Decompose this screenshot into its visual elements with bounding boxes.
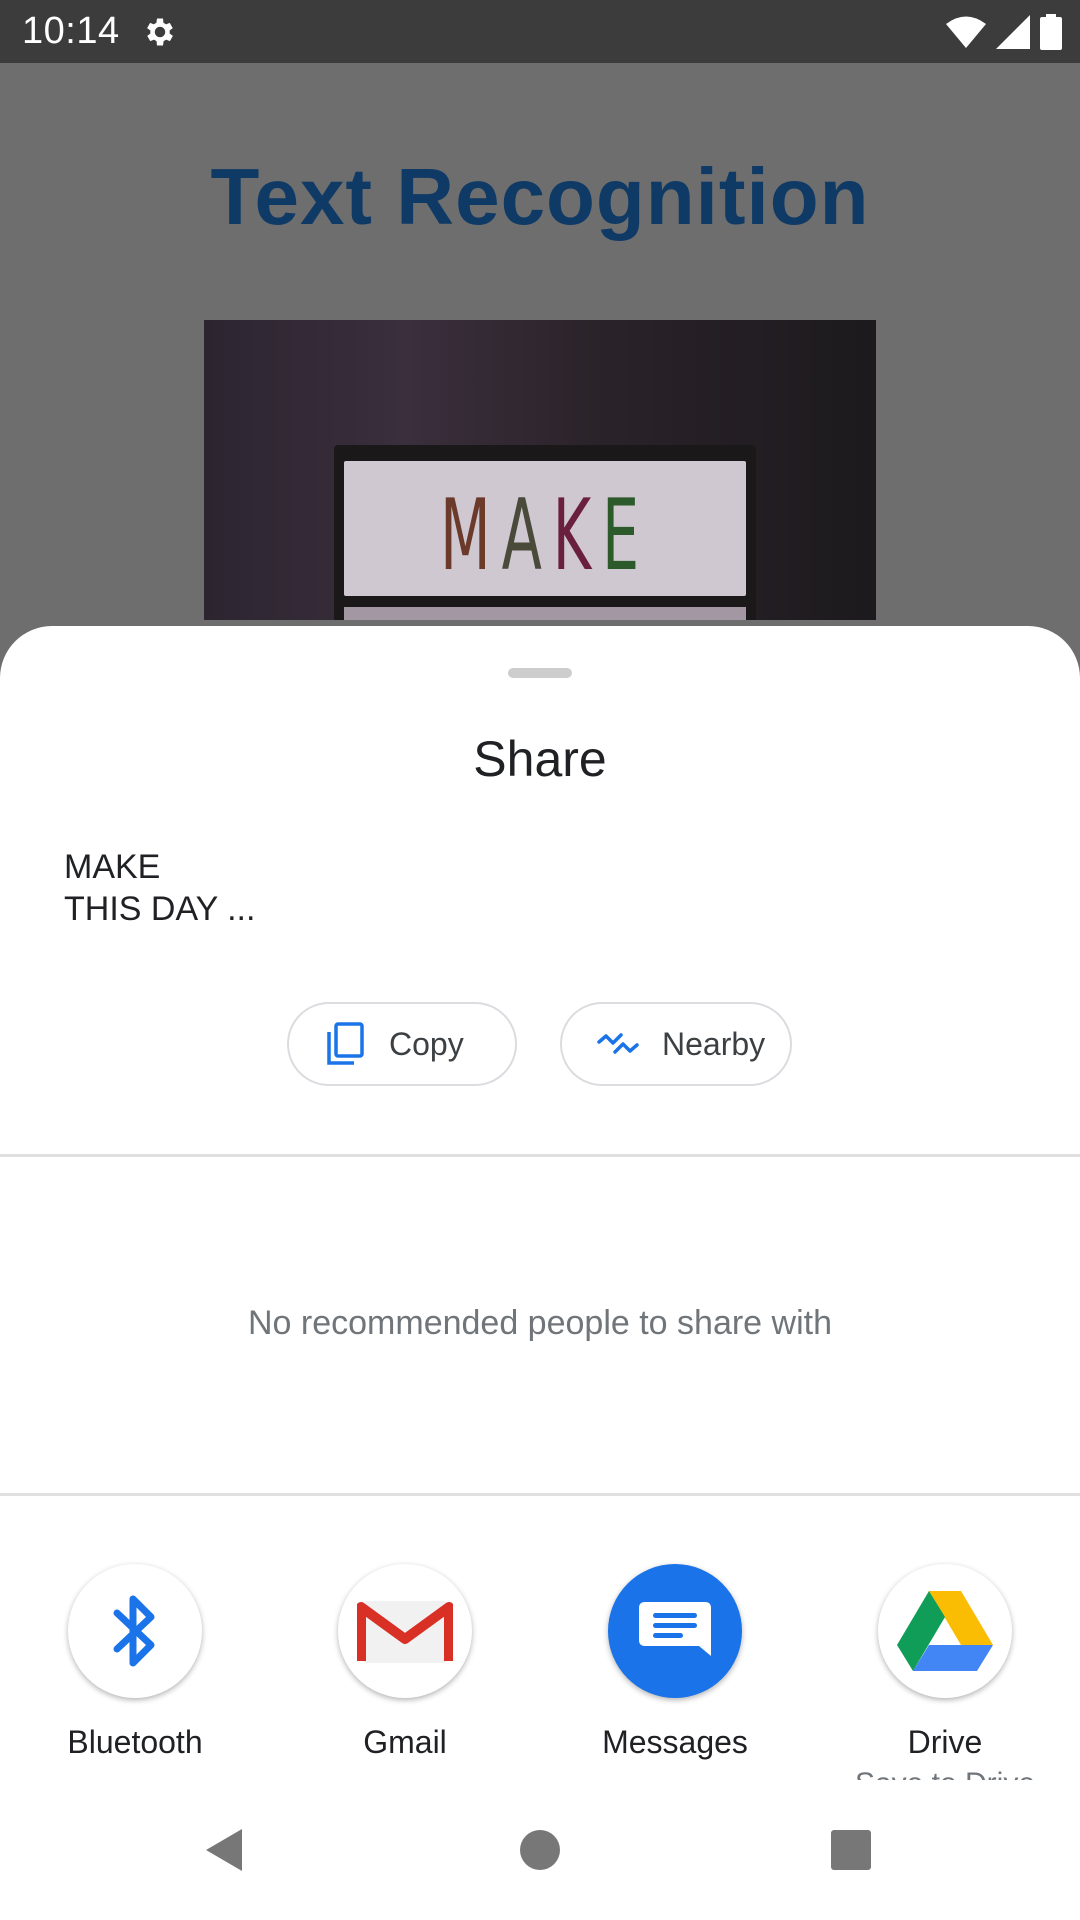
share-target-bluetooth[interactable]: Bluetooth xyxy=(15,1564,255,1789)
share-target-gmail[interactable]: Gmail xyxy=(285,1564,525,1789)
status-bar: 10:14 xyxy=(0,0,1080,63)
drive-icon xyxy=(878,1564,1012,1698)
nearby-label: Nearby xyxy=(662,1025,766,1062)
navigation-bar xyxy=(0,1780,1080,1920)
share-target-drive[interactable]: Drive Save to Drive xyxy=(825,1564,1065,1789)
bluetooth-icon xyxy=(68,1564,202,1698)
lightbox: MAKE xyxy=(334,445,756,620)
no-recommendations-message: No recommended people to share with xyxy=(248,1304,832,1342)
home-icon[interactable] xyxy=(515,1825,565,1875)
share-target-label: Gmail xyxy=(363,1724,447,1760)
recents-icon[interactable] xyxy=(826,1825,876,1875)
lightbox-strip xyxy=(344,607,746,620)
copy-icon xyxy=(323,1022,367,1066)
wifi-icon xyxy=(946,16,986,48)
signal-icon xyxy=(996,15,1030,49)
status-icons xyxy=(946,12,1062,52)
share-title: Share xyxy=(473,731,607,787)
status-time: 10:14 xyxy=(22,10,120,52)
divider xyxy=(0,1154,1080,1157)
lightbox-letter: A xyxy=(501,479,553,593)
lightbox-letter: M xyxy=(440,479,502,593)
share-target-label: Bluetooth xyxy=(67,1724,203,1760)
messages-icon xyxy=(608,1564,742,1698)
lightbox-letters: MAKE xyxy=(424,479,665,593)
copy-label: Copy xyxy=(389,1025,464,1062)
divider xyxy=(0,1493,1080,1496)
preview-line: THIS DAY ... xyxy=(64,890,256,928)
share-target-label: Messages xyxy=(602,1724,748,1760)
copy-button[interactable]: Copy xyxy=(287,1002,517,1086)
lightbox-letter: K xyxy=(552,479,602,593)
share-target-messages[interactable]: Messages xyxy=(555,1564,795,1789)
recognized-image: MAKE xyxy=(204,320,876,620)
nearby-button[interactable]: Nearby xyxy=(560,1002,792,1086)
drag-handle[interactable] xyxy=(508,668,572,678)
nearby-icon xyxy=(596,1022,640,1066)
battery-icon xyxy=(1040,14,1062,50)
back-icon[interactable] xyxy=(200,1825,250,1875)
gmail-icon xyxy=(338,1564,472,1698)
settings-gear-icon xyxy=(147,18,173,46)
app-title: Text Recognition xyxy=(210,152,870,241)
share-sheet: Share MAKE THIS DAY ... Copy Nearby No r… xyxy=(0,626,1080,1920)
lightbox-panel: MAKE xyxy=(344,461,746,596)
share-target-label: Drive xyxy=(907,1724,983,1760)
lightbox-letter: E xyxy=(601,479,650,593)
share-preview-text: MAKE THIS DAY ... xyxy=(64,846,255,930)
preview-line: MAKE xyxy=(64,848,161,886)
